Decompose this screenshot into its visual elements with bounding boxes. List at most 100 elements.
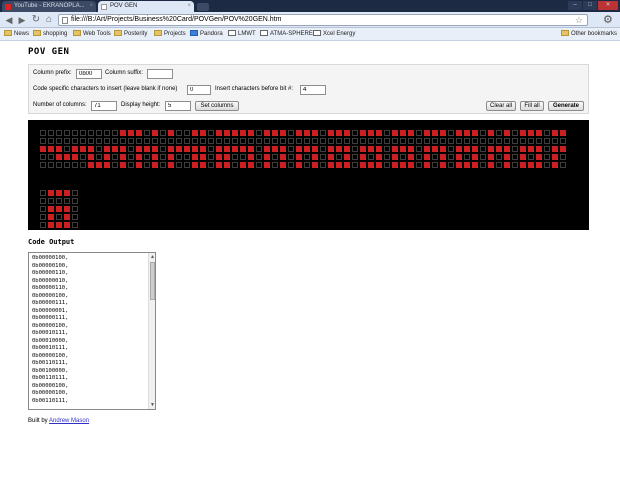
led-cell[interactable] xyxy=(192,154,198,160)
num-columns-input[interactable] xyxy=(91,101,117,111)
led-cell[interactable] xyxy=(40,222,46,228)
led-cell[interactable] xyxy=(304,162,310,168)
led-cell[interactable] xyxy=(128,154,134,160)
bookmark-lmwt[interactable]: LMWT xyxy=(228,28,256,41)
led-cell[interactable] xyxy=(232,154,238,160)
led-cell[interactable] xyxy=(464,162,470,168)
led-cell[interactable] xyxy=(528,138,534,144)
led-cell[interactable] xyxy=(336,146,342,152)
led-cell[interactable] xyxy=(256,138,262,144)
led-cell[interactable] xyxy=(248,138,254,144)
led-cell[interactable] xyxy=(56,146,62,152)
led-cell[interactable] xyxy=(272,162,278,168)
led-cell[interactable] xyxy=(192,138,198,144)
led-cell[interactable] xyxy=(536,154,542,160)
led-cell[interactable] xyxy=(288,154,294,160)
led-cell[interactable] xyxy=(216,130,222,136)
led-cell[interactable] xyxy=(552,138,558,144)
led-cell[interactable] xyxy=(368,154,374,160)
led-cell[interactable] xyxy=(440,162,446,168)
led-cell[interactable] xyxy=(48,146,54,152)
led-cell[interactable] xyxy=(312,162,318,168)
led-cell[interactable] xyxy=(56,130,62,136)
led-cell[interactable] xyxy=(384,162,390,168)
scroll-thumb[interactable] xyxy=(150,262,155,300)
led-cell[interactable] xyxy=(320,138,326,144)
led-cell[interactable] xyxy=(416,138,422,144)
led-cell[interactable] xyxy=(128,138,134,144)
led-cell[interactable] xyxy=(152,138,158,144)
led-cell[interactable] xyxy=(320,154,326,160)
led-cell[interactable] xyxy=(272,146,278,152)
led-cell[interactable] xyxy=(64,138,70,144)
led-cell[interactable] xyxy=(280,138,286,144)
led-cell[interactable] xyxy=(224,162,230,168)
led-cell[interactable] xyxy=(48,138,54,144)
led-cell[interactable] xyxy=(248,162,254,168)
led-cell[interactable] xyxy=(392,154,398,160)
led-cell[interactable] xyxy=(40,146,46,152)
led-cell[interactable] xyxy=(272,138,278,144)
led-cell[interactable] xyxy=(216,146,222,152)
led-cell[interactable] xyxy=(408,146,414,152)
led-cell[interactable] xyxy=(80,154,86,160)
led-cell[interactable] xyxy=(512,162,518,168)
led-cell[interactable] xyxy=(192,162,198,168)
led-cell[interactable] xyxy=(208,154,214,160)
led-cell[interactable] xyxy=(448,138,454,144)
led-cell[interactable] xyxy=(136,130,142,136)
bookmark-posterity[interactable]: Posterity xyxy=(114,28,147,41)
led-cell[interactable] xyxy=(424,146,430,152)
led-cell[interactable] xyxy=(368,130,374,136)
led-cell[interactable] xyxy=(152,154,158,160)
led-cell[interactable] xyxy=(80,162,86,168)
led-cell[interactable] xyxy=(520,162,526,168)
led-cell[interactable] xyxy=(496,130,502,136)
led-cell[interactable] xyxy=(472,154,478,160)
led-cell[interactable] xyxy=(224,130,230,136)
led-cell[interactable] xyxy=(184,154,190,160)
led-cell[interactable] xyxy=(536,146,542,152)
led-cell[interactable] xyxy=(40,198,46,204)
led-cell[interactable] xyxy=(152,146,158,152)
led-cell[interactable] xyxy=(176,154,182,160)
led-cell[interactable] xyxy=(64,190,70,196)
led-cell[interactable] xyxy=(456,146,462,152)
led-cell[interactable] xyxy=(296,146,302,152)
led-cell[interactable] xyxy=(144,146,150,152)
led-cell[interactable] xyxy=(160,130,166,136)
led-cell[interactable] xyxy=(184,138,190,144)
led-cell[interactable] xyxy=(544,162,550,168)
led-cell[interactable] xyxy=(272,130,278,136)
led-cell[interactable] xyxy=(496,138,502,144)
led-cell[interactable] xyxy=(280,154,286,160)
led-cell[interactable] xyxy=(416,146,422,152)
display-height-input[interactable] xyxy=(165,101,191,111)
led-cell[interactable] xyxy=(240,154,246,160)
led-cell[interactable] xyxy=(96,138,102,144)
tab-pov-gen[interactable]: POV GEN × xyxy=(98,1,194,12)
led-cell[interactable] xyxy=(456,154,462,160)
led-cell[interactable] xyxy=(64,154,70,160)
led-cell[interactable] xyxy=(120,130,126,136)
led-cell[interactable] xyxy=(128,162,134,168)
clear-all-button[interactable]: Clear all xyxy=(486,101,516,111)
led-cell[interactable] xyxy=(480,138,486,144)
maximize-icon[interactable]: □ xyxy=(583,1,597,10)
led-cell[interactable] xyxy=(96,130,102,136)
led-cell[interactable] xyxy=(264,130,270,136)
close-tab-icon[interactable]: × xyxy=(89,1,93,12)
led-cell[interactable] xyxy=(136,146,142,152)
led-cell[interactable] xyxy=(472,162,478,168)
led-cell[interactable] xyxy=(416,154,422,160)
led-cell[interactable] xyxy=(376,138,382,144)
tab-youtube[interactable]: YouTube - EKRANOPLA... × xyxy=(2,1,96,12)
led-cell[interactable] xyxy=(352,146,358,152)
led-cell[interactable] xyxy=(264,162,270,168)
led-cell[interactable] xyxy=(560,146,566,152)
led-cell[interactable] xyxy=(144,154,150,160)
bookmark-star-icon[interactable]: ☆ xyxy=(575,15,583,25)
led-cell[interactable] xyxy=(264,146,270,152)
scroll-up-icon[interactable]: ▲ xyxy=(149,254,155,260)
led-cell[interactable] xyxy=(352,162,358,168)
